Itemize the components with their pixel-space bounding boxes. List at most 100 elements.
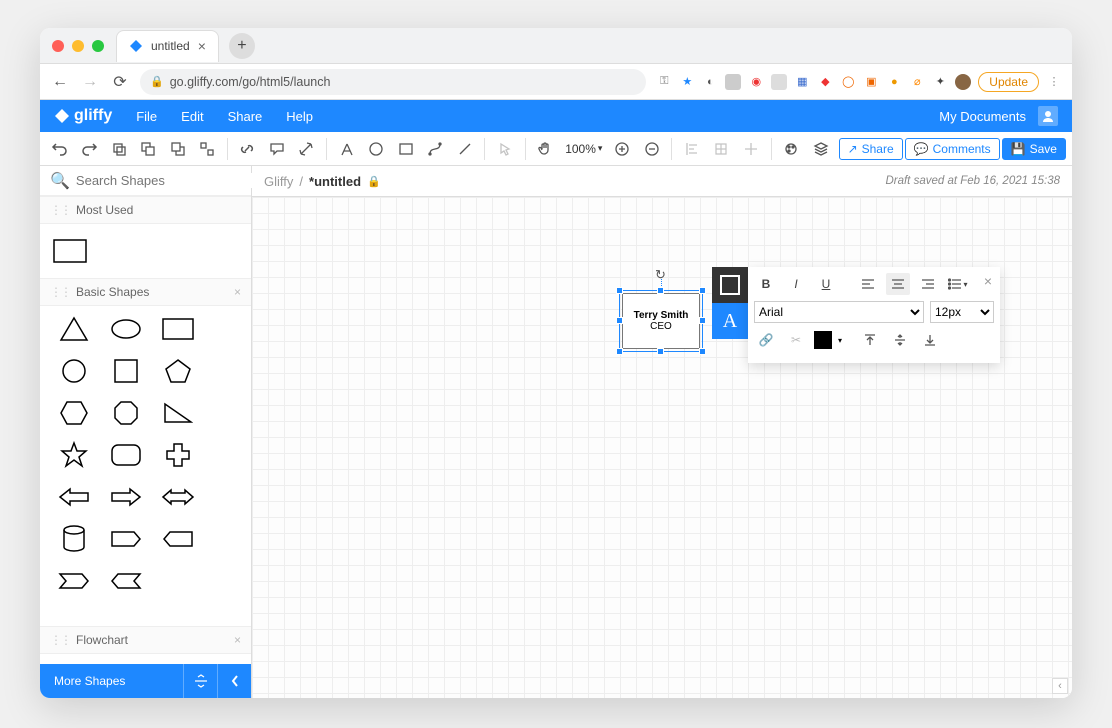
text-tool[interactable] <box>333 135 360 163</box>
list-button[interactable]: ▾ <box>946 273 970 295</box>
comment-button[interactable] <box>263 135 290 163</box>
resize-handle-se[interactable] <box>699 348 706 355</box>
distribute-icon[interactable] <box>183 664 217 698</box>
shape-chevron-right[interactable] <box>56 566 92 596</box>
selected-shape[interactable]: ↻ Terry Smith CEO <box>622 293 700 349</box>
shape-arrow-left[interactable] <box>56 482 92 512</box>
menu-share[interactable]: Share <box>228 109 263 124</box>
text-color-swatch[interactable] <box>814 331 832 349</box>
category-basic-shapes[interactable]: ⋮⋮ Basic Shapes × <box>40 278 251 306</box>
shape-arrow-right[interactable] <box>108 482 144 512</box>
back-button[interactable]: ← <box>50 73 70 91</box>
tab-close-icon[interactable]: × <box>198 38 206 54</box>
shape-rectangle[interactable] <box>52 236 88 266</box>
search-shapes-input[interactable] <box>76 173 252 188</box>
align-left-button[interactable] <box>856 273 880 295</box>
resize-handle-s[interactable] <box>657 348 664 355</box>
link-button[interactable] <box>234 135 261 163</box>
resize-handle-sw[interactable] <box>616 348 623 355</box>
extension-icon-1[interactable] <box>725 74 741 90</box>
valign-bottom-button[interactable] <box>918 329 942 351</box>
shape-rectangle[interactable] <box>160 314 196 344</box>
shape-ellipse[interactable] <box>108 314 144 344</box>
extension-icon-6[interactable]: ◯ <box>840 74 856 90</box>
new-tab-button[interactable]: + <box>229 33 255 59</box>
shape-right-triangle[interactable] <box>160 398 196 428</box>
gliffy-logo[interactable]: gliffy <box>54 107 112 125</box>
rect-tool[interactable] <box>392 135 419 163</box>
menu-edit[interactable]: Edit <box>181 109 203 124</box>
extension-icon-4[interactable]: ▦ <box>794 74 810 90</box>
copy-button[interactable] <box>105 135 132 163</box>
category-flowchart[interactable]: ⋮⋮ Flowchart × <box>40 626 251 654</box>
extension-icon-3[interactable] <box>771 74 787 90</box>
valign-top-button[interactable] <box>858 329 882 351</box>
extension-icon-2[interactable]: ◉ <box>748 74 764 90</box>
my-documents-link[interactable]: My Documents <box>939 109 1026 124</box>
close-panel-icon[interactable]: × <box>984 273 992 289</box>
align-left-button[interactable] <box>678 135 705 163</box>
bold-button[interactable]: B <box>754 273 778 295</box>
curve-tool[interactable] <box>421 135 448 163</box>
more-shapes-button[interactable]: More Shapes <box>40 674 183 688</box>
share-button[interactable]: ↗ Share <box>839 138 903 160</box>
shape-arrow-both[interactable] <box>160 482 196 512</box>
send-back-button[interactable] <box>164 135 191 163</box>
scroll-corner[interactable]: ‹ <box>1052 678 1068 694</box>
connector-button[interactable] <box>293 135 320 163</box>
valign-middle-button[interactable] <box>888 329 912 351</box>
group-button[interactable] <box>193 135 220 163</box>
drawing-canvas[interactable]: ↻ Terry Smith CEO <box>252 196 1072 698</box>
reload-button[interactable]: ⟳ <box>110 72 130 92</box>
extension-icon-8[interactable]: ● <box>886 74 902 90</box>
rss-icon[interactable]: ⌀ <box>909 74 925 90</box>
undo-button[interactable] <box>46 135 73 163</box>
underline-button[interactable]: U <box>814 273 838 295</box>
text-style-tab[interactable]: A <box>712 303 748 339</box>
redo-button[interactable] <box>75 135 102 163</box>
remove-link-button[interactable]: ✂ <box>784 329 808 351</box>
shape-triangle[interactable] <box>56 314 92 344</box>
lock-icon[interactable]: 🔒 <box>367 175 381 188</box>
pan-tool[interactable] <box>532 135 559 163</box>
font-family-select[interactable]: Arial <box>754 301 924 323</box>
theme-button[interactable] <box>778 135 805 163</box>
comments-button[interactable]: 💬 Comments <box>905 138 1000 160</box>
shape-tag-left[interactable] <box>160 524 196 554</box>
align-right-button[interactable] <box>916 273 940 295</box>
snap-button[interactable] <box>737 135 764 163</box>
menu-file[interactable]: File <box>136 109 157 124</box>
breadcrumb-root[interactable]: Gliffy <box>264 174 293 189</box>
url-input[interactable]: 🔒 go.gliffy.com/go/html5/launch <box>140 69 646 95</box>
shape-rounded-rect[interactable] <box>108 440 144 470</box>
resize-handle-n[interactable] <box>657 287 664 294</box>
shape-hexagon[interactable] <box>56 398 92 428</box>
profile-avatar[interactable] <box>955 74 971 90</box>
shape-body[interactable]: Terry Smith CEO <box>622 293 700 349</box>
bookmark-star-icon[interactable]: ★ <box>679 74 695 90</box>
maximize-window-button[interactable] <box>92 40 104 52</box>
extension-icon-7[interactable]: ▣ <box>863 74 879 90</box>
resize-handle-ne[interactable] <box>699 287 706 294</box>
italic-button[interactable]: I <box>784 273 808 295</box>
document-title[interactable]: *untitled <box>309 174 361 189</box>
shape-chevron-left[interactable] <box>108 566 144 596</box>
menu-help[interactable]: Help <box>286 109 313 124</box>
key-icon[interactable]: ⚿ <box>656 74 672 90</box>
shape-tag-right[interactable] <box>108 524 144 554</box>
close-icon[interactable]: × <box>234 633 241 647</box>
collapse-panel-button[interactable] <box>217 664 251 698</box>
resize-handle-w[interactable] <box>616 317 623 324</box>
zoom-out-button[interactable] <box>638 135 665 163</box>
moon-icon[interactable]: ◐ <box>702 74 718 90</box>
shape-pentagon[interactable] <box>160 356 196 386</box>
browser-tab[interactable]: untitled × <box>116 30 219 62</box>
minimize-window-button[interactable] <box>72 40 84 52</box>
category-most-used[interactable]: ⋮⋮ Most Used <box>40 196 251 224</box>
browser-menu-icon[interactable]: ⋮ <box>1046 74 1062 90</box>
user-avatar-icon[interactable] <box>1038 106 1058 126</box>
forward-button[interactable]: → <box>80 73 100 91</box>
shape-plus[interactable] <box>160 440 196 470</box>
circle-tool[interactable] <box>363 135 390 163</box>
grid-button[interactable] <box>708 135 735 163</box>
